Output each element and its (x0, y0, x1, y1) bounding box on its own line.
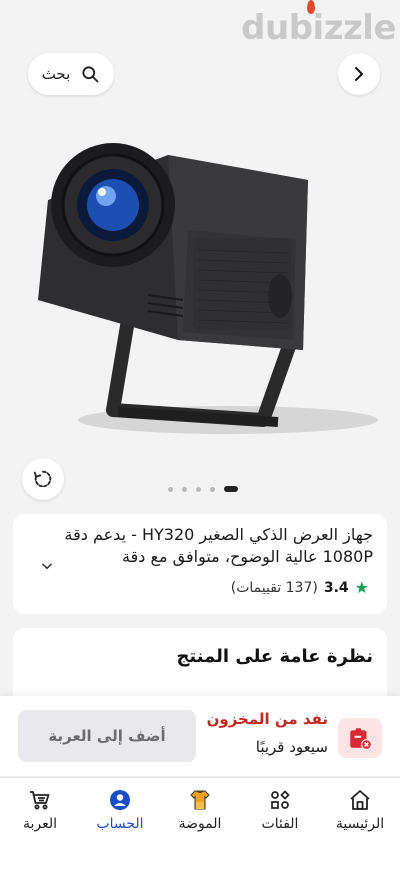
search-label: بحث (41, 65, 71, 83)
fashion-icon (190, 790, 210, 810)
product-rating[interactable]: ★ 3.4 (137 تقييمات) (231, 578, 369, 597)
nav-label: الرئيسية (335, 816, 385, 832)
rating-count: (137 تقييمات) (230, 579, 318, 596)
out-of-stock-icon (350, 728, 372, 750)
chevron-down-icon (42, 563, 52, 570)
next-button[interactable] (338, 53, 380, 95)
brand-watermark: dubizzle (241, 0, 396, 48)
nav-fashion[interactable]: الموضة (160, 788, 240, 832)
purchase-bar: أضف إلى العربة نفد من المخزون سيعود قريب… (0, 696, 400, 776)
gallery-pagination (168, 486, 238, 492)
categories-icon (271, 790, 290, 809)
nav-home[interactable]: الرئيسية (320, 788, 400, 832)
rotate-view-button[interactable] (22, 458, 64, 500)
search-button[interactable]: بحث (28, 53, 114, 95)
nav-label: الموضة (178, 816, 222, 832)
product-title-card: جهاز العرض الذكي الصغير HY320 - يدعم دقة… (13, 514, 387, 614)
rotate-360-icon (33, 470, 52, 488)
stock-restock-note: سيعود قريبًا (255, 738, 328, 756)
flame-icon (307, 0, 316, 14)
pagination-dot[interactable] (168, 486, 173, 492)
star-icon: ★ (354, 578, 369, 597)
overview-title: نظرة عامة على المنتج (176, 646, 373, 667)
nav-label: العربة (22, 816, 58, 832)
account-icon (110, 790, 130, 810)
stock-status: نفد من المخزون (206, 710, 328, 728)
chevron-right-icon (355, 67, 363, 81)
expand-title-button[interactable] (35, 554, 59, 578)
bottom-navigation: الرئيسية الفئات الموضة الحساب العربة (0, 777, 400, 888)
nav-categories[interactable]: الفئات (240, 788, 320, 832)
nav-label: الحساب (96, 816, 144, 832)
product-title: جهاز العرض الذكي الصغير HY320 - يدعم دقة… (64, 525, 373, 566)
pagination-dot[interactable] (210, 486, 215, 492)
pagination-dot[interactable] (196, 486, 201, 492)
product-image[interactable] (18, 120, 380, 450)
search-icon (82, 66, 99, 83)
add-to-cart-button[interactable]: أضف إلى العربة (18, 710, 196, 762)
rating-score: 3.4 (323, 579, 349, 596)
pagination-dot-active[interactable] (224, 486, 238, 492)
pagination-dot[interactable] (182, 486, 187, 492)
out-of-stock-badge (338, 718, 382, 758)
product-gallery[interactable]: dubizzle بحث (0, 0, 400, 505)
nav-account[interactable]: الحساب (80, 788, 160, 832)
cart-icon (30, 791, 50, 810)
home-icon (350, 790, 370, 810)
nav-cart[interactable]: العربة (0, 788, 80, 832)
nav-label: الفئات (261, 816, 299, 832)
